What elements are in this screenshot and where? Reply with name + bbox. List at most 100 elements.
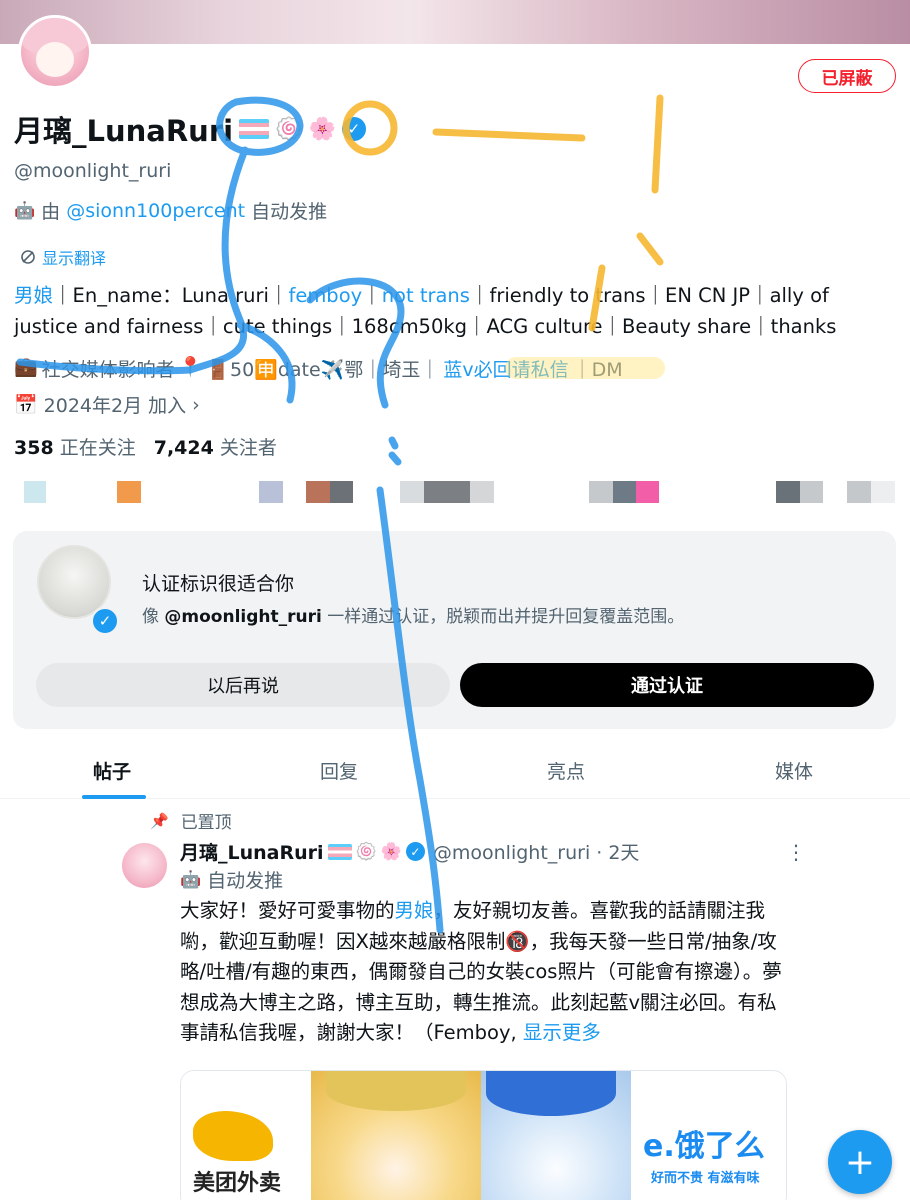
post-media-image[interactable]: 美团外卖 e.饿了么 好而不贵 有滋有味 [180,1070,787,1200]
blur-swatch [424,481,470,503]
post-body: 大家好！愛好可愛事物的男娘，友好親切友善。喜歡我的話請關注我喲，歡迎互動喔！因X… [180,896,795,1049]
bio-seg-3: femboy [288,284,363,307]
robot-icon: 🤖 [180,869,202,890]
profile-name-row: 月璃_LunaRuri 🍥 🌸 ✓ [14,108,366,150]
name-emoji-1: 🍥 [355,841,377,862]
media-hat-2 [486,1071,616,1116]
followers-link[interactable]: 7,424 关注者 [154,433,277,460]
post-header: 月璃_LunaRuri 🍥 🌸 ✓ @moonlight_ruri · 2天 [180,838,639,865]
annotation-dash-2 [651,94,664,194]
translate-bio-link[interactable]: 显示翻译 [20,245,106,269]
promo-desc-prefix: 像 [142,607,159,627]
blocked-button[interactable]: 已屏蔽 [798,59,896,93]
following-label: 正在关注 [59,437,136,459]
blur-swatch [117,481,141,503]
blur-swatch [470,481,494,503]
automated-label: 🤖 由 @sionn100percent 自动发推 [14,197,327,224]
pin-icon: 📌 [150,811,169,830]
verified-badge-icon: ✓ [405,842,425,861]
post-text-highlight: 男娘 [394,899,434,922]
bio-seg-5: not trans [381,284,470,307]
auto-by-prefix: 由 [41,201,61,223]
auto-by-account-link[interactable]: @sionn100percent [66,200,245,222]
profile-location-tail: ｜DM [572,359,623,381]
followed-by-avatars-blurred [0,481,910,503]
media-left-brand: 美团外卖 [193,1171,282,1196]
blur-swatch [613,481,636,503]
promo-desc-handle: @moonlight_ruri [164,607,322,627]
blur-swatch [306,481,330,503]
tab-highlights[interactable]: 亮点 [547,757,585,784]
blur-swatch [847,481,871,503]
promo-description: 像 @moonlight_ruri 一样通过认证，脱颖而出并提升回复覆盖范围。 [142,602,684,627]
blur-swatch [24,481,46,503]
active-tab-indicator [82,795,146,799]
promo-title: 认证标识很适合你 [142,573,295,595]
post-auto-text: 自动发推 [207,870,284,892]
verified-badge-icon: ✓ [91,607,119,635]
blur-swatch [636,481,659,503]
bio-seg-2: ｜En_name：Luna ruri｜ [53,284,289,307]
name-emoji-2: 🌸 [308,116,336,142]
chevron-right-icon: › [192,393,200,416]
robot-icon: 🤖 [14,200,36,221]
profile-tabs: 帖子 回复 亮点 媒体 [0,745,910,799]
following-link[interactable]: 358 正在关注 [14,433,136,460]
bio-seg-1: 男娘 [14,284,54,307]
verified-badge-icon[interactable]: ✓ [341,117,366,141]
blur-swatch [871,481,895,503]
translate-icon [21,250,35,264]
profile-location: 🚪50🈸date✈️鄂｜埼玉｜ [206,359,440,381]
joined-date: 2024年2月 加入 [43,395,187,417]
media-right-brand: e.饿了么 [643,1129,765,1164]
annotation-dash-1 [432,128,586,142]
compose-post-button[interactable]: + [828,1130,892,1194]
profile-category: 社交媒体影响者 [41,359,175,381]
post-author-name[interactable]: 月璃_LunaRuri [180,838,324,865]
tab-media[interactable]: 媒体 [775,757,813,784]
profile-location-highlight: 蓝v必回请私信 [443,359,569,381]
blur-swatch [259,481,283,503]
verification-promo-card: ✓ 认证标识很适合你 像 @moonlight_ruri 一样通过认证，脱颖而出… [13,531,896,729]
followers-count: 7,424 [153,437,214,459]
more-options-icon[interactable]: ⋮ [786,840,806,864]
annotation-dots [388,436,402,466]
profile-meta-row: 💼 社交媒体影响者 📍 🚪50🈸date✈️鄂｜埼玉｜ 蓝v必回请私信 ｜DM [14,355,623,382]
media-right-slogan: 好而不贵 有滋有味 [651,1171,760,1186]
maybe-later-button[interactable]: 以后再说 [36,663,450,707]
post-handle-time: @moonlight_ruri · 2天 [432,842,640,864]
name-emoji-1: 🍥 [275,116,303,142]
display-name: 月璃_LunaRuri [14,114,234,148]
avatar-face [35,41,75,78]
profile-avatar[interactable] [18,15,92,89]
show-more-link[interactable]: 显示更多 [523,1021,601,1044]
blur-swatch [800,481,823,503]
blur-swatch [776,481,800,503]
blur-swatch [400,481,424,503]
translate-label: 显示翻译 [42,249,107,268]
tab-posts[interactable]: 帖子 [93,757,131,784]
trans-flag-icon [239,119,270,139]
pinned-indicator: 📌 已置顶 [150,808,232,834]
annotation-dash-3 [636,232,664,266]
location-pin-icon: 📍 [178,356,203,378]
name-emoji-2: 🌸 [380,841,402,862]
post-text-before: 大家好！愛好可愛事物的 [180,899,395,922]
blur-swatch [330,481,353,503]
bio-seg-4: ｜ [362,284,382,307]
post-automated-label: 🤖 自动发推 [180,866,283,893]
get-verified-button[interactable]: 通过认证 [460,663,874,707]
profile-banner[interactable] [0,0,910,44]
joined-row[interactable]: 📅 2024年2月 加入 › [14,391,200,418]
pinned-label: 已置顶 [180,813,232,833]
blur-swatch [589,481,613,503]
briefcase-icon: 💼 [14,356,38,378]
trans-flag-icon [327,843,352,860]
promo-desc-suffix: 一样通过认证，脱颖而出并提升回复覆盖范围。 [327,607,685,627]
tab-replies[interactable]: 回复 [320,757,358,784]
auto-by-suffix: 自动发推 [251,201,328,223]
profile-bio: 男娘｜En_name：Luna ruri｜femboy｜not trans｜fr… [14,280,894,342]
followers-label: 关注者 [219,437,277,459]
follow-stats: 358 正在关注 7,424 关注者 [14,433,277,460]
post-author-avatar[interactable] [122,843,167,888]
